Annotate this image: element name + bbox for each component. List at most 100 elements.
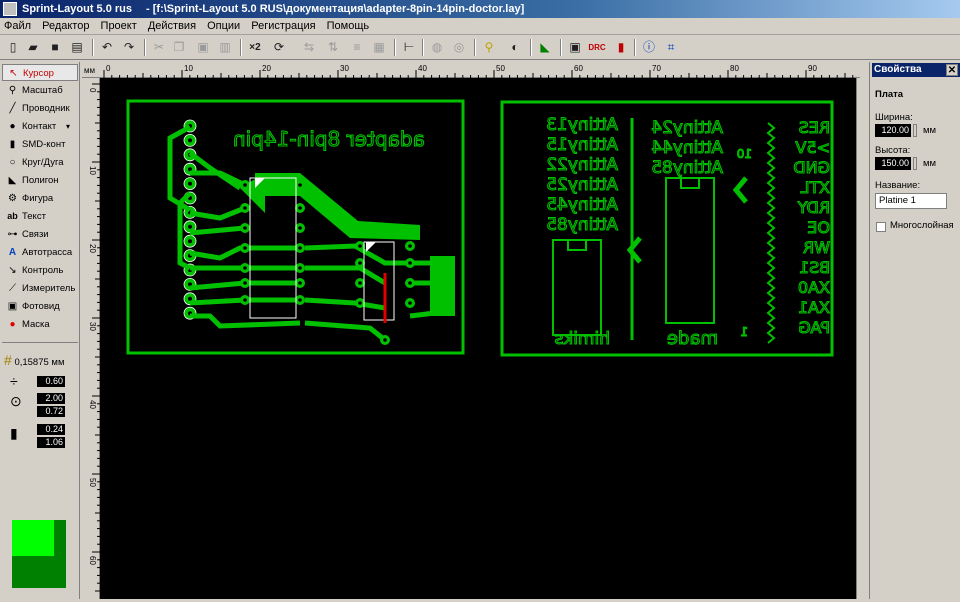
tool-cursor[interactable]: ↖ Курсор	[2, 64, 78, 81]
tool-polygon[interactable]: ◣ Полигон	[2, 172, 78, 189]
menu-options[interactable]: Опции	[203, 18, 244, 35]
photoview-icon: ▣	[7, 301, 18, 312]
undo-icon[interactable]: ↶	[98, 39, 116, 56]
tool-mask[interactable]: ● Маска	[2, 316, 78, 333]
tool-zoom[interactable]: ⚲ Масштаб	[2, 82, 78, 99]
copy-icon[interactable]: ❐	[170, 39, 188, 56]
crop-icon[interactable]: ⌗	[662, 39, 680, 56]
height-label: Высота:	[875, 145, 911, 156]
smd-height-field[interactable]: 1.06	[37, 437, 65, 448]
track-width-field[interactable]: 0.60	[37, 376, 65, 387]
tool-shape[interactable]: ⚙ Фигура	[2, 190, 78, 207]
check-icon: ↘	[8, 265, 17, 276]
tool-check[interactable]: ↘ Контроль	[2, 262, 78, 279]
align-icon[interactable]: ≡	[348, 39, 366, 56]
signal-label: XTL	[801, 178, 830, 197]
pad-outer-field[interactable]: 2.00	[37, 393, 65, 404]
height-spinner[interactable]	[913, 157, 917, 170]
menu-actions[interactable]: Действия	[144, 18, 200, 35]
connections-icon: ⊶	[7, 229, 18, 240]
vertical-scrollbar[interactable]	[856, 78, 867, 599]
ruler-top-label: 10	[184, 64, 193, 73]
contrast-icon[interactable]: ◐	[506, 39, 524, 56]
dropdown-arrow-icon[interactable]: ▾	[66, 118, 70, 135]
print-icon[interactable]: ▤	[68, 39, 86, 56]
ruler-left-label: 10	[88, 166, 97, 175]
redo-icon[interactable]: ↷	[120, 39, 138, 56]
help-box-icon[interactable]: ▣	[566, 39, 584, 56]
menu-help[interactable]: Помощь	[323, 18, 374, 35]
tool-measure[interactable]: ⟋ Измеритель	[2, 280, 78, 297]
duplicate-icon[interactable]: ×2	[246, 39, 264, 56]
height-input[interactable]: 150.00	[875, 157, 911, 170]
menu-edit[interactable]: Редактор	[38, 18, 93, 35]
rotate-icon[interactable]: ⟳	[270, 39, 288, 56]
delete-icon[interactable]: ▥	[216, 39, 234, 56]
polygon-icon: ◣	[8, 175, 17, 186]
drc-icon[interactable]: DRC	[588, 39, 606, 56]
width-input[interactable]: 120.00	[875, 124, 911, 137]
autoroute-tb-icon[interactable]: ◣	[536, 39, 554, 56]
signal-label: XA1	[798, 298, 830, 317]
info-icon[interactable]: ⓘ	[640, 39, 658, 56]
tool-smd-pad[interactable]: ▮ SMD-конт	[2, 136, 78, 153]
menu-project[interactable]: Проект	[97, 18, 141, 35]
width-spinner[interactable]	[913, 124, 917, 137]
signal-label: WR	[803, 238, 830, 257]
app-name: Sprint-Layout 5.0 rus	[22, 3, 133, 15]
properties-panel: Свойства ✕ Плата Ширина: 120.00 мм Высота…	[869, 62, 960, 599]
multilayer-checkbox[interactable]	[876, 222, 886, 232]
smd-width-field[interactable]: 0.24	[37, 424, 65, 435]
ungroup-icon[interactable]: ◎	[450, 39, 468, 56]
signal-label: GND	[793, 158, 830, 177]
save-icon[interactable]: ■	[46, 39, 64, 56]
signal-label: XA0	[798, 278, 830, 297]
menu-registration[interactable]: Регистрация	[247, 18, 319, 35]
title-bar: Sprint-Layout 5.0 rus - [f:\Sprint-Layout…	[0, 0, 960, 18]
tool-text[interactable]: ab Текст	[2, 208, 78, 225]
attiny-right-label: Attiny24	[651, 118, 723, 138]
tool-circle[interactable]: ○ Круг/Дуга	[2, 154, 78, 171]
tool-pad[interactable]: ● Контакт ▾	[2, 118, 78, 135]
group-icon[interactable]: ◍	[428, 39, 446, 56]
cut-icon[interactable]: ✂	[150, 39, 168, 56]
width-unit: мм	[923, 125, 937, 136]
paste-icon[interactable]: ▣	[194, 39, 212, 56]
zoom-magnifier-icon[interactable]: ⚲	[480, 39, 498, 56]
ruler-top-label: 70	[652, 64, 661, 73]
tool-photoview[interactable]: ▣ Фотовид	[2, 298, 78, 315]
toolbar: ▯ ▰ ■ ▤ ↶ ↷ ✂ ❐ ▣ ▥ ×2 ⟳ ⇆ ⇅ ≡ ▦ ⊢ ◍ ◎ ⚲…	[0, 36, 960, 60]
macro-icon[interactable]: ▮	[612, 39, 630, 56]
attiny-left-label: Attiny85	[546, 215, 618, 235]
tool-track[interactable]: ╱ Проводник	[2, 100, 78, 117]
name-input[interactable]: Platine 1	[875, 193, 947, 209]
tool-autoroute[interactable]: A Автотрасса	[2, 244, 78, 261]
mirror-h-icon[interactable]: ⇆	[300, 39, 318, 56]
close-icon[interactable]: ✕	[946, 64, 958, 76]
cursor-icon: ↖	[9, 68, 18, 79]
distribute-icon[interactable]: ▦	[370, 39, 388, 56]
attiny-left-label: Attiny22	[546, 155, 618, 175]
made-label: made	[667, 328, 718, 349]
pad-size-icon: ⊙	[10, 393, 22, 409]
zoom-icon: ⚲	[8, 85, 17, 96]
text-icon: ab	[7, 211, 18, 221]
attiny-left-label: Attiny25	[546, 175, 618, 195]
active-layer-color	[12, 520, 54, 556]
new-file-icon[interactable]: ▯	[4, 39, 22, 56]
menu-file[interactable]: Файл	[0, 18, 35, 35]
pcb-drawing: adapter 8pin-14pin Attiny13Attiny15Attin…	[126, 99, 834, 357]
layer-color-swatch[interactable]	[12, 520, 66, 588]
ruler-top-label: 50	[496, 64, 505, 73]
tool-connections[interactable]: ⊶ Связи	[2, 226, 78, 243]
snap-icon[interactable]: ⊢	[400, 39, 418, 56]
pad-inner-field[interactable]: 0.72	[37, 406, 65, 417]
multilayer-label: Многослойная	[890, 220, 954, 231]
open-folder-icon[interactable]: ▰	[24, 39, 42, 56]
pcb-canvas[interactable]: adapter 8pin-14pin Attiny13 Attiny15 Att…	[100, 78, 856, 599]
signal-label: PAG	[798, 318, 830, 337]
ruler-top-label: 20	[262, 64, 271, 73]
mirror-v-icon[interactable]: ⇅	[324, 39, 342, 56]
name-label: Название:	[875, 180, 921, 191]
grid-setting[interactable]: # 0,15875 мм	[4, 352, 64, 368]
